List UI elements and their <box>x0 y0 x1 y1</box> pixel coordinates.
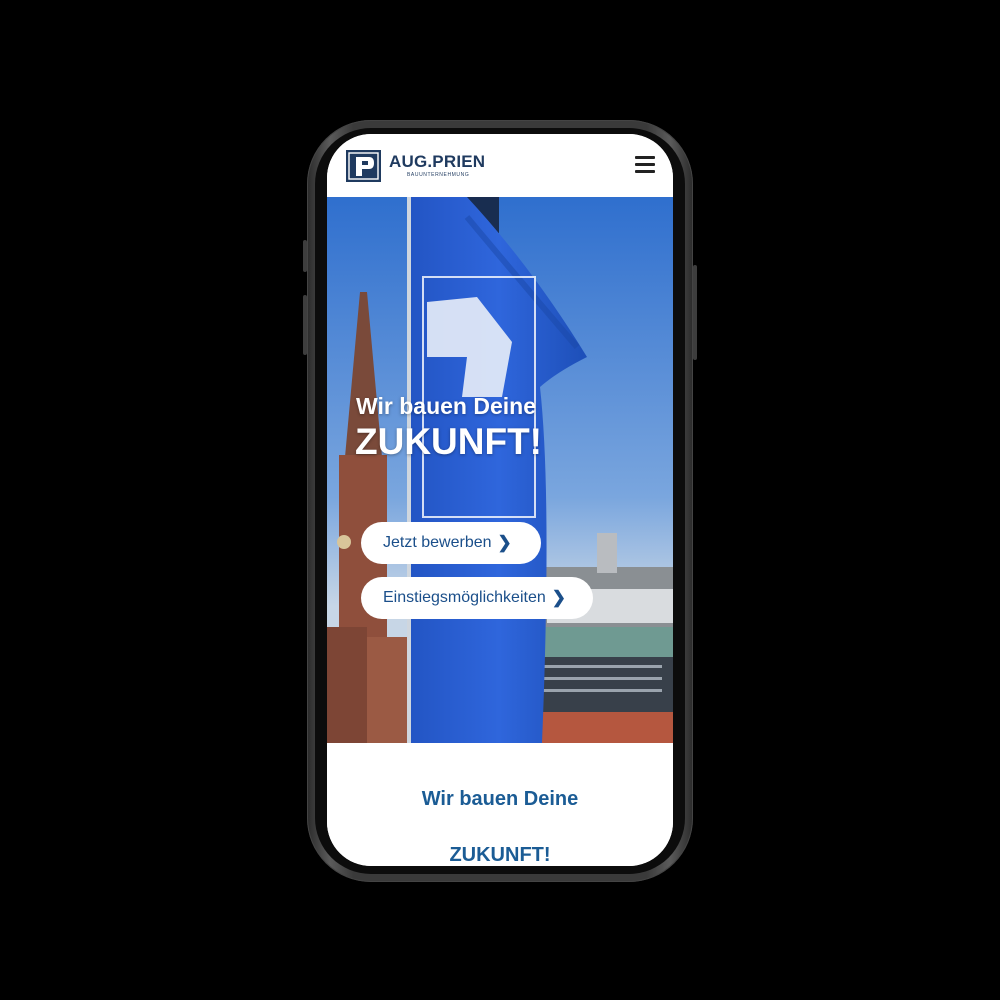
site-header: AUG.PRIEN BAUUNTERNEHMUNG <box>327 134 673 197</box>
phone-screen: AUG.PRIEN BAUUNTERNEHMUNG Wir bauen Dein… <box>327 134 673 866</box>
p-logo-icon[interactable] <box>346 150 381 182</box>
chevron-right-icon: ❯ <box>497 533 512 552</box>
hero-section: Wir bauen Deine ZUKUNFT! Jetzt bewerben … <box>327 197 673 743</box>
hero-headline-line2: ZUKUNFT! <box>355 421 543 462</box>
intro-heading-line2: ZUKUNFT! <box>449 844 551 866</box>
logo-title[interactable]: AUG.PRIEN <box>389 152 485 172</box>
power-button <box>693 265 697 360</box>
intro-section: Wir bauen Deine ZUKUNFT! <box>327 743 673 866</box>
entry-options-button[interactable]: Einstiegsmöglichkeiten ❯ <box>361 577 593 619</box>
entry-options-label: Einstiegsmöglichkeiten <box>383 589 546 606</box>
logo-subtitle: BAUUNTERNEHMUNG <box>407 172 470 178</box>
volume-button <box>303 295 307 355</box>
hamburger-menu-icon[interactable] <box>635 156 655 174</box>
hero-headline-line1: Wir bauen Deine <box>356 393 536 419</box>
apply-now-button[interactable]: Jetzt bewerben ❯ <box>361 522 541 564</box>
intro-heading-line1: Wir bauen Deine <box>421 788 579 810</box>
apply-now-label: Jetzt bewerben <box>383 534 492 551</box>
hero-image <box>327 197 673 743</box>
chevron-right-icon: ❯ <box>551 588 566 607</box>
silent-switch <box>303 240 307 272</box>
